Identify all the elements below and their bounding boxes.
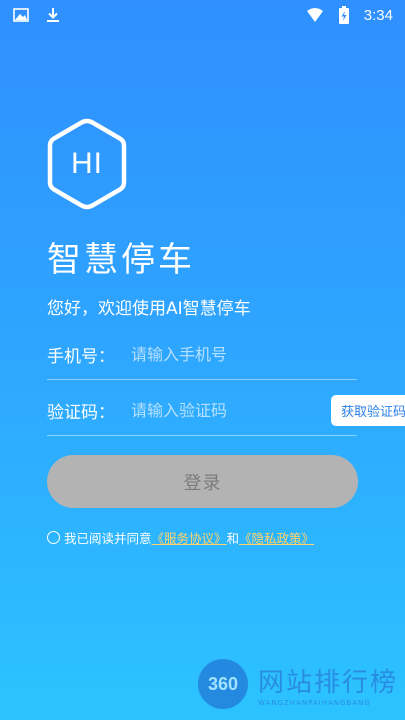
agreement-conjunction: 和 — [226, 531, 240, 546]
service-agreement-link[interactable]: 《服务协议》 — [152, 528, 227, 547]
login-button[interactable]: 登录 — [47, 455, 358, 508]
app-title: 智慧停车 — [47, 240, 195, 280]
logo-text: HI — [71, 147, 103, 180]
watermark-sub: WANGZHANPAIHANGBANG — [258, 698, 371, 707]
watermark: 360 网站排行榜 WANGZHANPAIHANGBANG — [198, 658, 398, 710]
watermark-main: 网站排行榜 — [258, 667, 399, 698]
get-code-button[interactable]: 获取验证码 — [331, 395, 405, 426]
phone-label: 手机号： — [47, 347, 115, 367]
code-field-row: 验证码： 获取验证码 — [47, 386, 405, 436]
verification-code-input[interactable] — [131, 401, 331, 420]
battery-charging-icon — [338, 6, 350, 24]
status-right: 3:34 — [306, 6, 393, 24]
status-left — [12, 6, 62, 24]
agreement: 我已阅读并同意 《服务协议》 和 《隐私政策》 — [47, 528, 314, 547]
watermark-logo: 360 — [198, 659, 248, 709]
agreement-radio[interactable] — [47, 531, 60, 544]
phone-input[interactable] — [131, 345, 357, 364]
download-icon — [44, 6, 62, 24]
agreement-prefix: 我已阅读并同意 — [64, 531, 152, 546]
wifi-icon — [306, 6, 324, 24]
phone-field-row: 手机号： — [47, 330, 357, 380]
status-bar: 3:34 — [0, 0, 405, 30]
code-label: 验证码： — [47, 403, 115, 423]
privacy-policy-link[interactable]: 《隐私政策》 — [239, 528, 314, 547]
app-logo: HI — [46, 118, 128, 210]
image-icon — [12, 6, 30, 24]
welcome-text: 您好，欢迎使用AI智慧停车 — [47, 299, 251, 319]
status-time: 3:34 — [363, 6, 393, 24]
watermark-text: 网站排行榜 WANGZHANPAIHANGBANG — [258, 662, 398, 707]
